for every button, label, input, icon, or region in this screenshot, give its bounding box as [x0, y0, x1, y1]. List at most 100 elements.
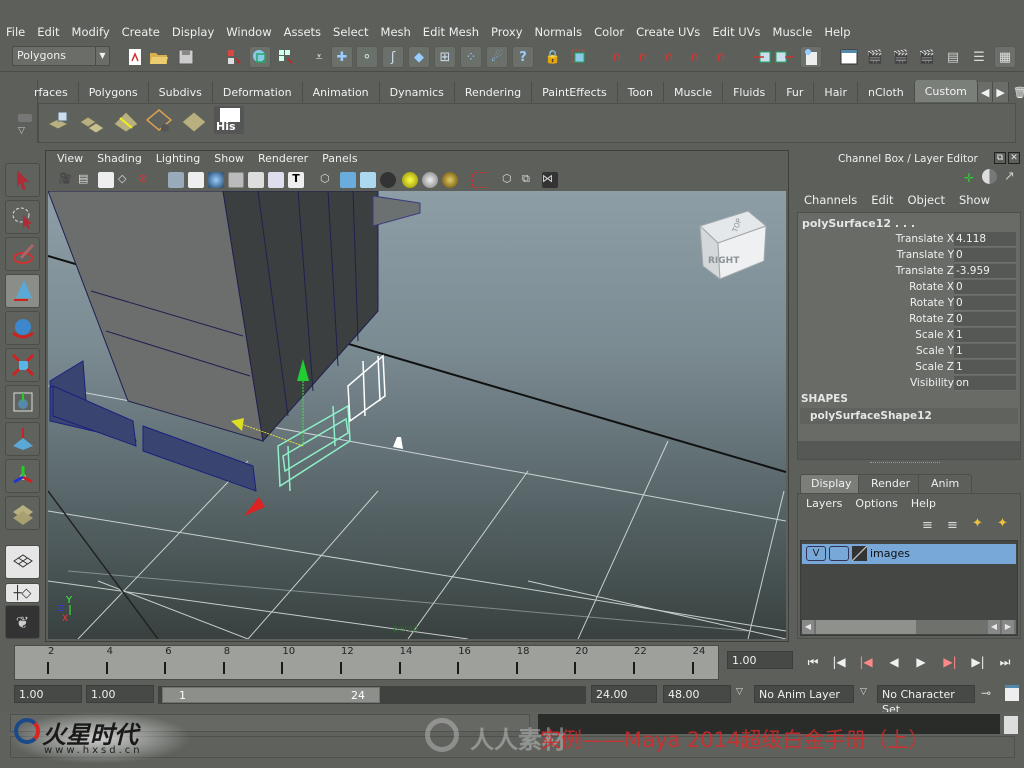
merge-vertices-icon[interactable] — [180, 106, 208, 134]
script-editor-icon[interactable] — [1004, 716, 1018, 734]
gate-mask-icon[interactable] — [228, 172, 244, 188]
xray-joints-icon[interactable]: ⧉ — [522, 172, 538, 188]
shelf-tab-deformation[interactable]: Deformation — [213, 82, 303, 102]
joints-icon[interactable]: ⚬ — [356, 46, 378, 68]
channel-rotate-z[interactable]: Rotate Z0 — [798, 312, 1020, 328]
playback-end-field[interactable]: 24.00 — [591, 685, 657, 703]
viewport-menu-view[interactable]: View — [50, 152, 90, 168]
viewport-menu-show[interactable]: Show — [207, 152, 251, 168]
shelf-tab-custom[interactable]: Custom — [914, 80, 978, 102]
channel-value[interactable]: 0 — [954, 280, 1016, 295]
xray-components-icon[interactable]: ⋈ — [542, 172, 558, 188]
xray-icon[interactable]: ⬡ — [502, 172, 518, 188]
move-z-handle-icon[interactable] — [244, 497, 265, 516]
panel-splitter-handle[interactable] — [870, 462, 940, 465]
channel-menu-channels[interactable]: Channels — [798, 193, 865, 207]
manipulator-axes-icon[interactable]: ✛ — [964, 171, 974, 185]
channel-scale-x[interactable]: Scale X1 — [798, 328, 1020, 344]
shelf-tab-fur[interactable]: Fur — [776, 82, 815, 102]
combine-poly-icon[interactable] — [46, 106, 74, 134]
shelf-tab-fluids[interactable]: Fluids — [723, 82, 777, 102]
menu-window[interactable]: Window — [220, 25, 277, 39]
float-panel-icon[interactable]: ⧉ — [994, 152, 1006, 164]
scrollbar-thumb[interactable] — [816, 620, 916, 634]
layer-tab-anim[interactable]: Anim — [918, 474, 973, 494]
channel-rotate-x[interactable]: Rotate X0 — [798, 280, 1020, 296]
menu-normals[interactable]: Normals — [529, 25, 589, 39]
move-tool-icon[interactable] — [5, 274, 40, 308]
shelf-tab-muscle[interactable]: Muscle — [664, 82, 724, 102]
paint-select-tool-icon[interactable] — [5, 237, 40, 271]
snap-view-plane-icon[interactable]: ∩ — [684, 46, 706, 68]
layer-name[interactable]: images — [870, 547, 910, 560]
attribute-editor-icon[interactable]: ☰ — [968, 46, 990, 68]
image-plane-icon[interactable]: ◇ — [118, 172, 134, 188]
select-tool-icon[interactable] — [5, 163, 40, 197]
history-icon[interactable]: His — [214, 106, 244, 134]
snap-live-icon[interactable]: ∩ — [710, 46, 732, 68]
resolution-gate-icon[interactable] — [208, 172, 224, 188]
single-perspective-layout-icon[interactable] — [5, 545, 40, 579]
viewport-menu-lighting[interactable]: Lighting — [149, 152, 207, 168]
character-set-dropdown-icon[interactable]: ▽ — [860, 687, 867, 697]
channel-rotate-y[interactable]: Rotate Y0 — [798, 296, 1020, 312]
shelf-tab-painteffects[interactable]: PaintEffects — [532, 82, 618, 102]
separate-poly-icon[interactable] — [78, 106, 106, 134]
animation-preferences-icon[interactable] — [1005, 685, 1019, 701]
mask-icon[interactable]: ⩡ — [308, 46, 330, 68]
viewport-menu-shading[interactable]: Shading — [90, 152, 149, 168]
menu-set-selector[interactable]: Polygons ▼ — [12, 46, 110, 66]
start-time-field[interactable]: 1.00 — [14, 685, 82, 703]
shelf-tab-dynamics[interactable]: Dynamics — [380, 82, 455, 102]
layer-tab-display[interactable]: Display — [800, 474, 863, 494]
rendering-icon[interactable]: ☄ — [486, 46, 508, 68]
camera-attributes-icon[interactable]: ▤ — [78, 172, 94, 188]
misc-icon[interactable]: ? — [512, 46, 534, 68]
step-forward-frame-icon[interactable]: ▶| — [940, 653, 960, 671]
channel-value[interactable]: 0 — [954, 296, 1016, 311]
channel-visibility[interactable]: Visibility on — [798, 376, 1020, 392]
go-to-start-icon[interactable]: ⏮ — [803, 653, 823, 671]
curves-icon[interactable]: ʃ — [382, 46, 404, 68]
shelf-tab-rendering[interactable]: Rendering — [455, 82, 533, 102]
wireframe-on-shaded-icon[interactable] — [360, 172, 376, 188]
character-set-selector[interactable]: No Character Set — [877, 685, 975, 716]
save-scene-icon[interactable] — [175, 46, 197, 68]
new-scene-icon[interactable] — [124, 46, 146, 68]
menu-select[interactable]: Select — [327, 25, 374, 39]
menu-color[interactable]: Color — [588, 25, 630, 39]
open-scene-icon[interactable] — [148, 46, 170, 68]
safe-title-icon[interactable]: T — [288, 172, 304, 188]
select-by-object-icon[interactable] — [249, 46, 271, 68]
step-back-frame-icon[interactable]: |◀ — [856, 653, 876, 671]
universal-manipulator-icon[interactable] — [5, 385, 40, 419]
layer-menu-options[interactable]: Options — [849, 497, 904, 510]
shelf-tab-animation[interactable]: Animation — [303, 82, 380, 102]
viewport-menu-panels[interactable]: Panels — [315, 152, 364, 168]
delete-edges-icon[interactable] — [145, 106, 173, 134]
menu-edit[interactable]: Edit — [31, 25, 65, 39]
trash-icon[interactable]: 🗑 — [1009, 82, 1024, 102]
channel-value[interactable]: on — [954, 376, 1016, 391]
construction-history-icon[interactable] — [800, 46, 822, 68]
anim-layer-dropdown-icon[interactable]: ▽ — [736, 687, 743, 697]
menu-file[interactable]: File — [0, 25, 31, 39]
bookmarks-icon[interactable] — [98, 172, 114, 188]
shelf-tab-ncloth[interactable]: nCloth — [858, 82, 915, 102]
shelf-tab-toon[interactable]: Toon — [618, 82, 664, 102]
show-manipulator-icon[interactable] — [5, 459, 40, 493]
arrow-icon[interactable]: ↗ — [1004, 169, 1015, 184]
step-back-key-icon[interactable]: |◀ — [829, 653, 849, 671]
channel-menu-edit[interactable]: Edit — [865, 193, 901, 207]
four-view-layout-icon[interactable]: ┼◇ — [5, 583, 40, 603]
shelf-tab-subdivs[interactable]: Subdivs — [149, 82, 213, 102]
move-layer-up-icon[interactable]: ≡ — [922, 518, 933, 533]
step-forward-key-icon[interactable]: ▶| — [968, 653, 988, 671]
perspective-viewport[interactable]: RIGHT TOP Y Z X persp — [48, 191, 786, 639]
triangle-down-icon[interactable]: ▽ — [18, 126, 25, 136]
output-ops-icon[interactable] — [774, 46, 796, 68]
move-layer-down-icon[interactable]: ≡ — [947, 518, 958, 533]
menu-mesh[interactable]: Mesh — [375, 25, 417, 39]
channel-value[interactable]: 1 — [954, 328, 1016, 343]
menu-muscle[interactable]: Muscle — [767, 25, 819, 39]
